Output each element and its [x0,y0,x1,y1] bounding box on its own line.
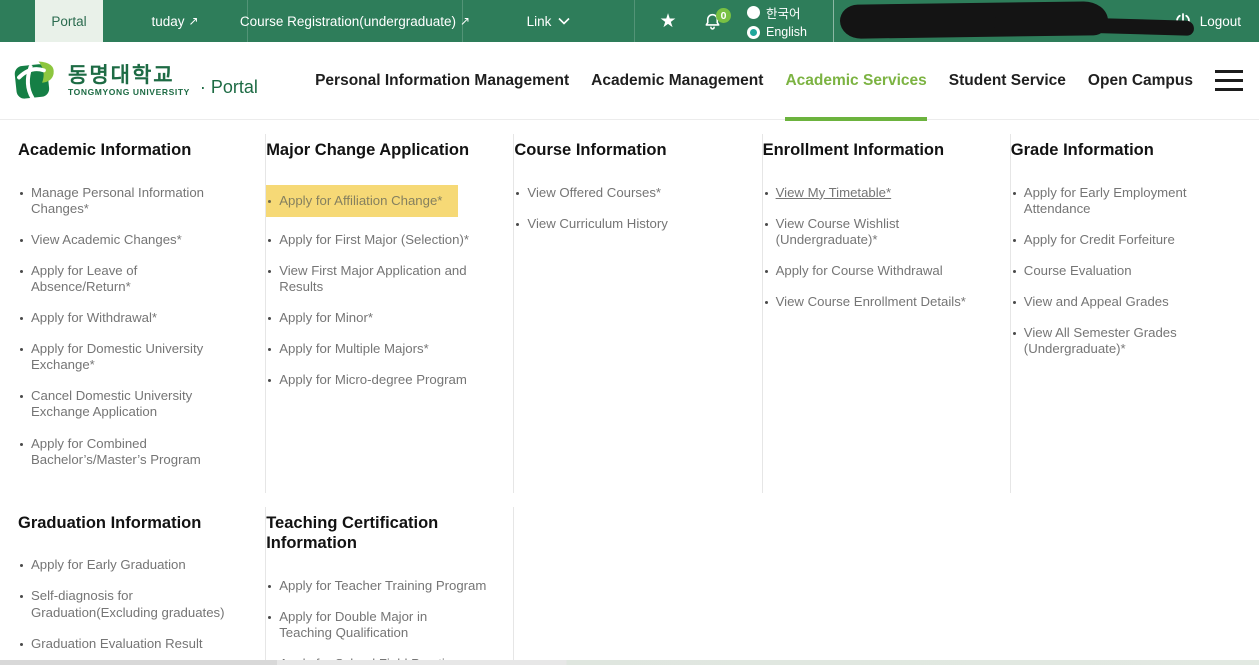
menu-section: Course InformationView Offered Courses*V… [514,134,762,493]
redacted-username-area [834,0,1168,42]
menu-item[interactable]: Apply for Affiliation Change* [266,185,458,217]
topbar-tab-portal[interactable]: Portal [35,0,103,42]
external-link-icon: ↗ [188,14,198,28]
nav-academic-management[interactable]: Academic Management [591,42,763,119]
menu-item[interactable]: Apply for Micro-degree Program [266,372,501,388]
menu-section-title: Teaching Certification Information [266,513,501,554]
language-option-english[interactable]: English [747,25,807,39]
language-option-korean[interactable]: 한국어 [747,3,807,22]
page-bottom-edge [0,660,1259,665]
menu-section-title: Academic Information [18,140,253,161]
menu-list: View My Timetable* View Course Wishlist (… [763,185,998,310]
menu-item[interactable]: Apply for Early Employment Attendance [1011,185,1247,217]
chevron-down-icon [558,17,570,25]
menu-item[interactable]: Apply for Early Graduation [18,557,253,573]
menu-list: Apply for Teacher Training Program Apply … [266,578,501,665]
logo-korean-name: 동명대학교 [68,64,190,87]
menu-section: Enrollment Information View My Timetable*… [763,134,1011,493]
academic-services-mega-menu: Academic Information Manage Personal Info… [0,120,1259,665]
menu-item[interactable]: Apply for First Major (Selection)* [266,232,501,248]
menu-section-title: Graduation Information [18,513,253,534]
menu-item[interactable]: Course Evaluation [1011,263,1247,279]
menu-item[interactable]: View All Semester Grades (Undergraduate)… [1011,325,1247,357]
menu-item[interactable]: Apply for Combined Bachelor’s/Master’s P… [18,436,253,468]
radio-icon [747,6,760,19]
menu-item[interactable]: Apply for Withdrawal* [18,310,253,326]
topbar-link-tuday[interactable]: tuday ↗ [103,0,248,42]
site-header: 동명대학교 TONGMYONG UNIVERSITY · Portal Pers… [0,42,1259,120]
menu-list: Manage Personal Information Changes* View… [18,185,253,468]
menu-item[interactable]: View and Appeal Grades [1011,294,1247,310]
topbar-spacer [0,0,35,42]
menu-section-title: Course Information [514,140,749,161]
menu-item[interactable]: Apply for Domestic University Exchange* [18,341,253,373]
menu-section: Grade Information Apply for Early Employm… [1011,134,1259,493]
menu-row-2: Graduation Information Apply for Early Gr… [0,493,1259,665]
hamburger-menu-icon[interactable] [1215,70,1243,91]
notification-badge: 0 [716,8,731,23]
menu-item[interactable]: Apply for Teacher Training Program [266,578,501,594]
logo-text: 동명대학교 TONGMYONG UNIVERSITY [68,64,190,97]
menu-row-1: Academic Information Manage Personal Info… [0,120,1259,493]
star-icon: ★ [659,12,676,31]
menu-item[interactable]: View Curriculum History [514,216,749,232]
menu-item[interactable]: Graduation Evaluation Result [18,636,253,652]
menu-item[interactable]: Apply for Leave of Absence/Return* [18,263,253,295]
top-bar: Portal tuday ↗ Course Registration(under… [0,0,1259,42]
menu-item[interactable]: Apply for Credit Forfeiture [1011,232,1247,248]
menu-item[interactable]: Apply for Minor* [266,310,501,326]
language-english-label: English [766,25,807,39]
language-korean-label: 한국어 [766,3,801,22]
topbar-icons: ★ 0 [651,0,729,42]
menu-list: Apply for Affiliation Change* Apply for F… [266,185,501,389]
topbar-link-course-registration[interactable]: Course Registration(undergraduate) ↗ [248,0,463,42]
logout-label: Logout [1200,14,1241,29]
menu-list: Apply for Early Graduation Self-diagnosis… [18,557,253,665]
tuday-label: tuday [151,14,184,29]
menu-item[interactable]: Cancel Domestic University Exchange Appl… [18,388,253,420]
nav-open-campus[interactable]: Open Campus [1088,42,1193,119]
menu-item[interactable]: View First Major Application and Results [266,263,501,295]
nav-student-service[interactable]: Student Service [949,42,1066,119]
menu-item[interactable]: View Academic Changes* [18,232,253,248]
menu-section: Academic Information Manage Personal Info… [18,134,266,493]
menu-item[interactable]: View Offered Courses* [514,185,749,201]
radio-selected-icon [747,26,760,39]
logo-portal-suffix: · Portal [200,77,258,98]
nav-personal-information-management[interactable]: Personal Information Management [315,42,569,119]
menu-item[interactable]: View Course Wishlist (Undergraduate)* [763,216,998,248]
link-label: Link [527,14,552,29]
menu-item[interactable]: Self-diagnosis for Graduation(Excluding … [18,588,253,620]
menu-item[interactable]: Apply for Double Major in Teaching Quali… [266,609,501,641]
main-nav: Personal Information Management Academic… [315,42,1193,119]
menu-section: Graduation Information Apply for Early Gr… [18,507,266,665]
menu-list: Apply for Early Employment Attendance App… [1011,185,1247,358]
course-registration-label: Course Registration(undergraduate) [240,14,456,29]
nav-academic-services[interactable]: Academic Services [785,42,926,119]
topbar-link-dropdown[interactable]: Link [463,0,635,42]
menu-item[interactable]: View My Timetable* [763,185,998,201]
logo-english-name: TONGMYONG UNIVERSITY [68,87,190,97]
menu-item[interactable]: Apply for Multiple Majors* [266,341,501,357]
university-logo[interactable]: 동명대학교 TONGMYONG UNIVERSITY · Portal [12,58,258,104]
tongmyong-logo-icon [12,58,58,104]
language-switcher: 한국어 English [747,0,807,42]
menu-section-title: Grade Information [1011,140,1247,161]
menu-section: Major Change Application Apply for Affili… [266,134,514,493]
menu-list: View Offered Courses* View Curriculum His… [514,185,749,232]
notifications-button[interactable]: 0 [695,0,729,42]
portal-tab-label: Portal [51,14,86,29]
menu-section: Teaching Certification Information Apply … [266,507,514,665]
menu-item[interactable]: Manage Personal Information Changes* [18,185,253,217]
menu-item[interactable]: Apply for Course Withdrawal [763,263,998,279]
menu-item[interactable]: View Course Enrollment Details* [763,294,998,310]
favorites-button[interactable]: ★ [651,0,685,42]
menu-section-title: Major Change Application [266,140,501,161]
menu-section-title: Enrollment Information [763,140,998,161]
